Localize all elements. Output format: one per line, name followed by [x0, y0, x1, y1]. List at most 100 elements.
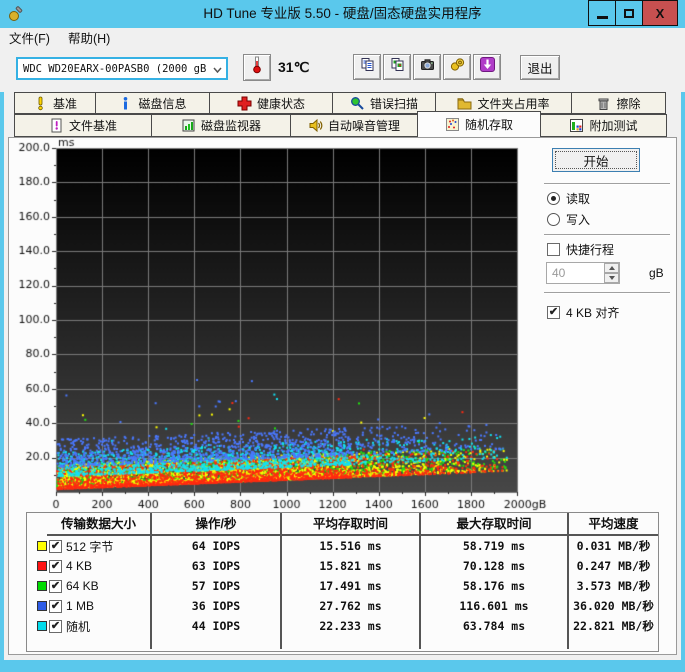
tab-disk-monitor[interactable]: 磁盘监视器 [151, 114, 291, 137]
table-fill [567, 636, 658, 649]
copy-text-button[interactable] [353, 54, 381, 80]
iops-value: 64 IOPS [150, 536, 280, 556]
avg-speed-value: 22.821 MB/秒 [567, 616, 658, 636]
minimize-icon [596, 15, 608, 19]
avg-speed-value: 3.573 MB/秒 [567, 576, 658, 596]
iops-value: 36 IOPS [150, 596, 280, 616]
iops-value: 57 IOPS [150, 576, 280, 596]
exclaim-icon [33, 96, 48, 111]
minimize-button[interactable] [588, 0, 616, 26]
menu-file[interactable]: 文件(F) [0, 28, 59, 50]
short-stroke-checkbox[interactable] [547, 243, 560, 256]
tab-label: 擦除 [616, 96, 641, 111]
info-icon [118, 96, 133, 111]
down-arrow-icon [608, 276, 615, 280]
table-fill [150, 636, 280, 649]
speaker-icon [308, 118, 323, 133]
series-color-swatch [37, 601, 47, 611]
drive-select[interactable]: WDC WD20EARX-00PASB0 (2000 gB) [16, 57, 228, 80]
maximize-button[interactable] [615, 0, 643, 26]
legend-swatch-cell [27, 576, 47, 596]
tab-file-benchmark[interactable]: 文件基准 [14, 114, 152, 137]
series-label: 512 字节 [66, 539, 114, 554]
spinner-down-button[interactable] [604, 273, 619, 283]
tab-random-access[interactable]: 随机存取 [417, 111, 541, 137]
menubar: 文件(F) 帮助(H) [0, 28, 685, 50]
tab-label: 健康状态 [256, 96, 305, 111]
folder-icon [457, 96, 472, 111]
drive-select-value: WDC WD20EARX-00PASB0 (2000 gB) [23, 62, 208, 75]
align-checkbox[interactable]: ✔ [547, 306, 560, 319]
update-icon [479, 57, 495, 77]
series-color-swatch [37, 561, 47, 571]
tab-aam[interactable]: 自动噪音管理 [290, 114, 418, 137]
series-checkbox[interactable]: ✔ [49, 599, 62, 613]
tab-label: 磁盘监视器 [200, 119, 261, 133]
avg-speed-value: 36.020 MB/秒 [567, 596, 658, 616]
tab-erase[interactable]: 擦除 [571, 92, 666, 114]
menu-help[interactable]: 帮助(H) [59, 28, 119, 50]
series-label: 4 KB [66, 559, 93, 573]
series-label: 1 MB [66, 599, 95, 613]
tab-health[interactable]: 健康状态 [209, 92, 333, 114]
series-color-swatch [37, 621, 47, 631]
window-border-right [681, 28, 685, 672]
tab-extra-tests[interactable]: 附加测试 [540, 114, 667, 137]
series-checkbox[interactable]: ✔ [49, 619, 62, 633]
update-button[interactable] [473, 54, 501, 80]
series-row-label: ✔ 4 KB [47, 556, 150, 576]
tab-label: 随机存取 [464, 118, 513, 132]
series-label: 64 KB [66, 579, 99, 593]
column-header: 传输数据大小 [47, 513, 150, 536]
write-radio-row[interactable]: 写入 [547, 211, 590, 228]
maximize-icon [624, 8, 634, 18]
write-label: 写入 [566, 213, 591, 227]
read-label: 读取 [566, 192, 591, 206]
camera-icon [420, 57, 435, 77]
write-radio[interactable] [547, 213, 560, 226]
separator [544, 292, 670, 294]
avg-access-value: 17.491 ms [280, 576, 419, 596]
start-button[interactable]: 开始 [552, 148, 640, 172]
short-stroke-row[interactable]: 快捷行程 [547, 241, 614, 258]
up-arrow-icon [608, 266, 615, 270]
close-icon: X [655, 5, 665, 21]
avg-access-value: 22.233 ms [280, 616, 419, 636]
trash-icon [596, 96, 611, 111]
copy-image-button[interactable] [383, 54, 411, 80]
copy-text-icon [360, 57, 375, 77]
short-stroke-spinner[interactable]: 40 [546, 262, 620, 284]
tab-disk-info[interactable]: 磁盘信息 [95, 92, 210, 114]
tab-label: 磁盘信息 [138, 96, 187, 111]
series-checkbox[interactable]: ✔ [49, 559, 62, 573]
separator [544, 234, 670, 236]
close-button[interactable]: X [642, 0, 678, 26]
max-access-value: 70.128 ms [419, 556, 567, 576]
chevron-down-icon [208, 60, 226, 78]
series-row-label: ✔ 随机 [47, 616, 150, 636]
read-radio[interactable] [547, 192, 560, 205]
scatter-icon [445, 117, 460, 132]
copy-image-icon [390, 57, 405, 77]
table-fill [419, 636, 567, 649]
legend-swatch-cell [27, 616, 47, 636]
bar-monitor-icon [181, 118, 196, 133]
exit-button[interactable]: 退出 [520, 55, 560, 80]
options-button[interactable] [443, 54, 471, 80]
series-checkbox[interactable]: ✔ [49, 579, 62, 593]
series-row-label: ✔ 512 字节 [47, 536, 150, 556]
column-header: 平均存取时间 [280, 513, 419, 536]
screenshot-button[interactable] [413, 54, 441, 80]
short-stroke-label: 快捷行程 [566, 243, 615, 257]
series-label: 随机 [66, 619, 91, 634]
tab-benchmark[interactable]: 基准 [14, 92, 96, 114]
series-row-label: ✔ 1 MB [47, 596, 150, 616]
read-radio-row[interactable]: 读取 [547, 190, 590, 207]
tab-label: 基准 [52, 96, 77, 111]
series-checkbox[interactable]: ✔ [49, 539, 62, 553]
gold-tools-icon [450, 57, 465, 77]
health-cross-icon [237, 96, 252, 111]
align-row[interactable]: ✔ 4 KB 对齐 [547, 304, 619, 321]
temperature-button[interactable] [243, 54, 271, 81]
spinner-up-button[interactable] [604, 263, 619, 273]
